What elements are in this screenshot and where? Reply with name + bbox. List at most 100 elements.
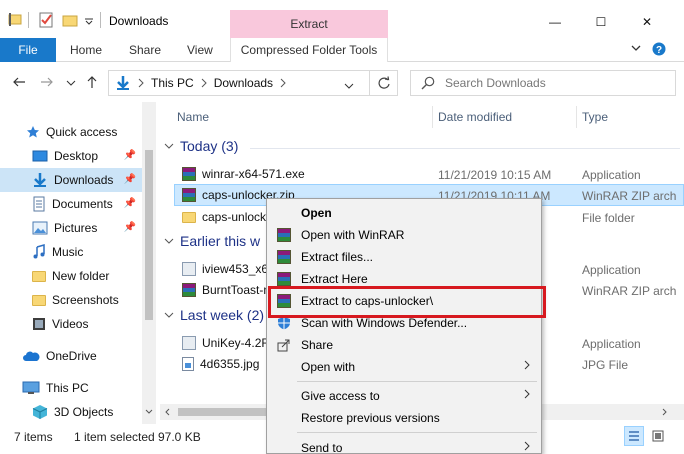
nav-pane-scroll-thumb[interactable] [145,150,153,320]
details-view-button[interactable] [624,426,644,446]
back-arrow-icon[interactable] [12,76,26,88]
tab-home[interactable]: Home [70,38,102,62]
search-box[interactable]: Search Downloads [410,70,676,96]
column-header-name[interactable]: Name [177,102,209,132]
menu-item-open-with[interactable]: Open with [267,356,541,378]
status-size: 97.0 KB [158,430,201,444]
navigation-pane: Quick access Desktop 📌 Downloads 📌 Docum… [0,102,156,424]
chevron-right-icon[interactable] [279,78,287,88]
column-header-type[interactable]: Type [582,102,608,132]
help-icon[interactable]: ? [652,42,666,56]
column-divider[interactable] [576,106,577,128]
star-icon [27,126,39,138]
tab-view[interactable]: View [187,38,213,62]
group-divider [250,148,680,149]
large-icons-view-icon [652,430,664,442]
winrar-icon [182,167,196,181]
explorer-app-icon [8,13,22,26]
cloud-icon [23,351,40,361]
group-header-earlier-this-week[interactable]: Earlier this w [164,233,260,249]
maximize-button[interactable]: ☐ [578,8,624,36]
nav-item-pictures[interactable]: Pictures 📌 [0,216,142,240]
menu-item-restore-previous-versions[interactable]: Restore previous versions [267,407,541,429]
context-menu: Open Open with WinRAR Extract files... E… [266,198,542,454]
new-folder-icon[interactable] [62,13,78,27]
nav-item-downloads[interactable]: Downloads 📌 [0,168,142,192]
column-divider[interactable] [432,106,433,128]
menu-item-give-access-to[interactable]: Give access to [267,385,541,407]
computer-icon [22,381,40,394]
nav-item-this-pc[interactable]: This PC [0,376,142,400]
folder-icon [32,270,46,282]
scroll-right-icon[interactable] [660,408,668,416]
menu-item-open-with-winrar[interactable]: Open with WinRAR [267,224,541,246]
winrar-icon [277,272,291,286]
nav-item-documents[interactable]: Documents 📌 [0,192,142,216]
menu-item-extract-here[interactable]: Extract Here [267,268,541,290]
share-icon [277,339,290,352]
scroll-left-icon[interactable] [164,408,172,416]
quick-access-toolbar [8,12,22,26]
chevron-right-icon[interactable] [137,78,145,88]
menu-item-open[interactable]: Open [267,202,541,224]
menu-item-send-to[interactable]: Send to [267,437,541,454]
title-bar: Downloads Extract — ☐ ✕ [0,0,684,38]
toolbar-divider [100,12,101,28]
nav-item-music[interactable]: Music [0,240,142,264]
nav-pane-scrollbar[interactable] [142,102,156,424]
chevron-down-icon[interactable] [630,42,642,54]
column-header-date[interactable]: Date modified [438,102,512,132]
breadcrumb-downloads[interactable]: Downloads [214,76,273,90]
scroll-down-icon[interactable] [145,408,153,416]
group-header-last-week[interactable]: Last week (2) [164,307,264,323]
menu-item-extract-files[interactable]: Extract files... [267,246,541,268]
address-bar[interactable]: This PC Downloads [108,70,370,96]
nav-item-screenshots[interactable]: Screenshots [0,288,142,312]
cube-icon [32,405,48,419]
up-arrow-icon[interactable] [86,75,98,89]
properties-icon[interactable] [38,12,54,28]
tab-file[interactable]: File [0,38,56,62]
shield-icon [278,317,290,330]
menu-item-extract-to-folder[interactable]: Extract to caps-unlocker\ [267,290,541,312]
search-icon [421,76,435,90]
close-button[interactable]: ✕ [624,8,670,36]
folder-icon [32,294,46,306]
large-icons-view-button[interactable] [648,426,668,446]
nav-item-3d-objects[interactable]: 3D Objects [0,400,142,424]
winrar-icon [182,283,196,297]
menu-item-share[interactable]: Share [267,334,541,356]
chevron-down-icon [164,143,174,149]
winrar-icon [182,188,196,202]
refresh-icon [377,76,390,89]
pin-icon: 📌 [123,198,136,209]
ribbon-tabs: File Home Share View Compressed Folder T… [0,38,684,62]
forward-arrow-icon[interactable] [40,76,54,88]
recent-locations-chevron-icon[interactable] [66,79,76,87]
window-title: Downloads [109,14,169,28]
nav-item-desktop[interactable]: Desktop 📌 [0,144,142,168]
group-header-today[interactable]: Today (3) [164,138,238,154]
nav-item-quick-access[interactable]: Quick access [0,120,142,144]
pin-icon: 📌 [123,222,136,233]
nav-item-videos[interactable]: Videos [0,312,142,336]
help: ? [652,42,666,56]
chevron-right-icon[interactable] [200,78,208,88]
submenu-chevron-icon [524,441,530,451]
svg-text:?: ? [656,45,662,56]
application-icon [182,336,196,350]
address-dropdown[interactable] [344,79,354,93]
table-row[interactable]: winrar-x64-571.exe 11/21/2019 10:15 AM A… [174,163,684,185]
menu-item-scan-with-defender[interactable]: Scan with Windows Defender... [267,312,541,334]
nav-item-onedrive[interactable]: OneDrive [0,344,142,368]
chevron-down-icon [164,238,174,244]
refresh-button[interactable] [370,70,398,96]
menu-separator [297,381,537,382]
tab-compressed-folder-tools[interactable]: Compressed Folder Tools [230,38,388,62]
nav-item-new-folder[interactable]: New folder [0,264,142,288]
breadcrumb-this-pc[interactable]: This PC [151,76,194,90]
download-arrow-icon [34,173,46,187]
customize-toolbar-chevron-icon[interactable] [84,16,94,26]
minimize-button[interactable]: — [532,8,578,36]
tab-share[interactable]: Share [129,38,161,62]
